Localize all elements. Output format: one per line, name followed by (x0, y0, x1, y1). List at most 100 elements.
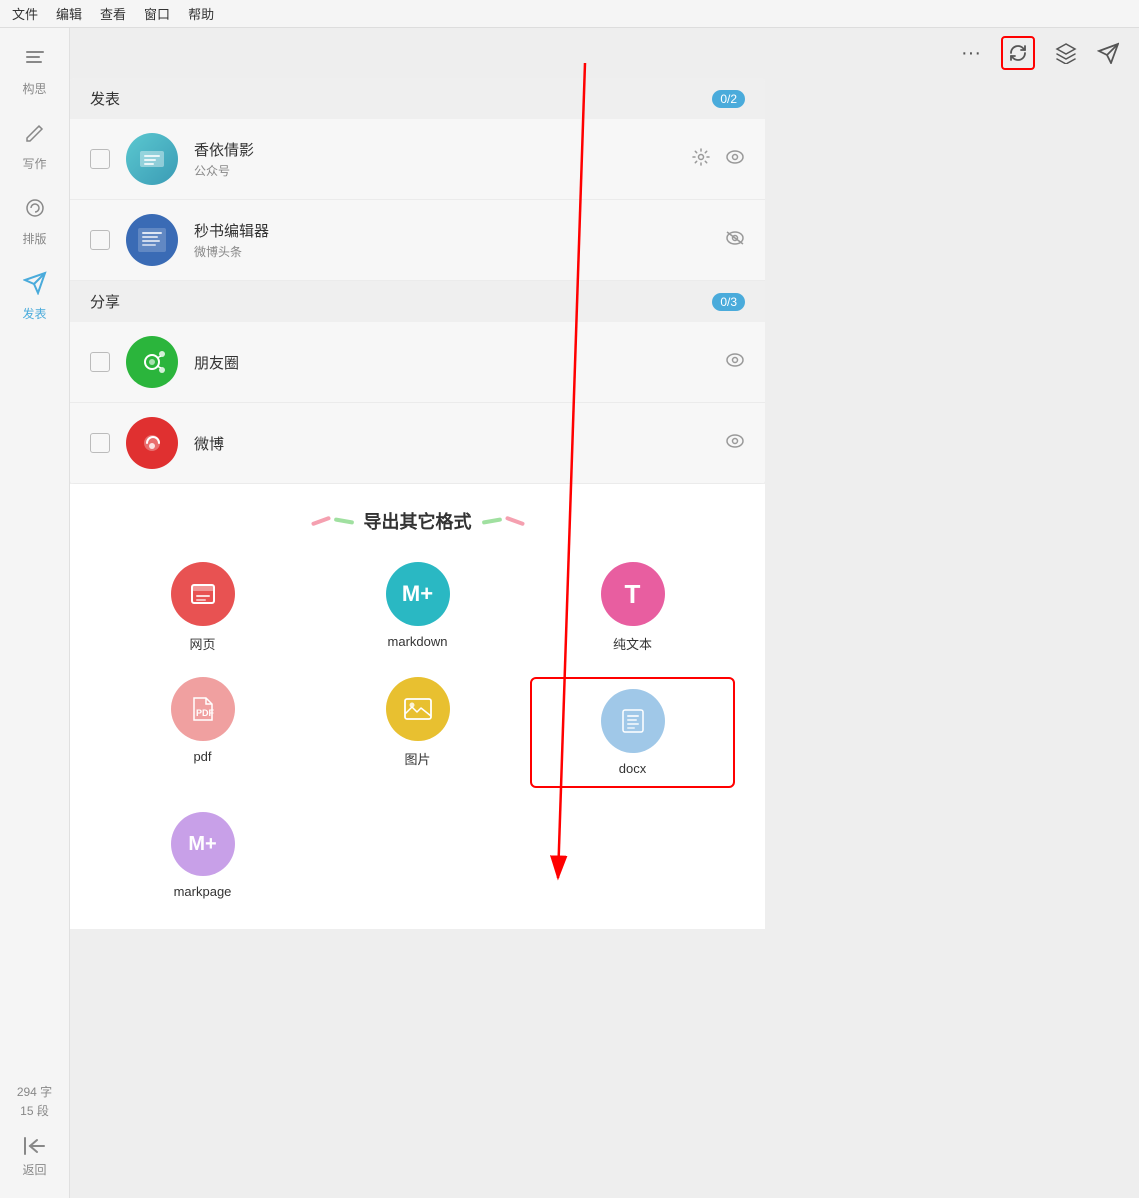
markdown-icon-text: M+ (402, 581, 433, 607)
publish-section-header: 发表 0/2 (70, 78, 765, 119)
write-label: 写作 (22, 155, 46, 172)
deco-left (311, 519, 354, 523)
publish-icon (23, 271, 47, 301)
share-item-2-name: 微博 (194, 433, 709, 454)
export-title-row: 导出其它格式 (100, 508, 735, 534)
publish-item-2-actions (725, 230, 745, 251)
share-badge: 0/3 (712, 293, 745, 311)
share-check-1[interactable] (90, 352, 110, 372)
plaintext-label: 纯文本 (613, 634, 652, 653)
markdown-icon-circle: M+ (386, 562, 450, 626)
compose-icon (23, 46, 47, 76)
publish-badge: 0/2 (712, 90, 745, 108)
sidebar-item-write[interactable]: 写作 (0, 113, 69, 180)
menu-help[interactable]: 帮助 (188, 4, 214, 23)
docx-icon-circle (601, 689, 665, 753)
export-pdf[interactable]: PDF pdf (100, 677, 305, 788)
menu-bar: 文件 编辑 查看 窗口 帮助 (0, 0, 1139, 28)
return-button[interactable]: 返回 (22, 1135, 48, 1178)
main-content: ··· 发表 0/2 (70, 28, 1139, 1198)
export-plaintext[interactable]: T 纯文本 (530, 562, 735, 653)
deco-line-1 (310, 516, 330, 527)
refresh-button[interactable] (1001, 36, 1035, 70)
publish-item-2-type: 微博头条 (194, 243, 709, 260)
plaintext-icon-text: T (625, 579, 641, 610)
share-item-2-info: 微博 (194, 433, 709, 454)
sidebar: 构思 写作 排版 发表 294 字 15 段 (0, 28, 70, 1198)
image-icon-circle (386, 677, 450, 741)
more-button[interactable]: ··· (961, 42, 981, 65)
avatar-pengyouquan (126, 336, 178, 388)
export-section: 导出其它格式 网页 (70, 484, 765, 929)
layout-icon (23, 196, 47, 226)
docx-label: docx (619, 761, 646, 776)
deco-line-4 (504, 516, 524, 527)
share-item-1-actions (725, 352, 745, 373)
menu-file[interactable]: 文件 (12, 4, 38, 23)
export-docx[interactable]: docx (530, 677, 735, 788)
eye-icon-2[interactable] (725, 230, 745, 251)
share-check-2[interactable] (90, 433, 110, 453)
stats-display: 294 字 15 段 (17, 1083, 52, 1121)
return-label: 返回 (22, 1161, 46, 1178)
export-image[interactable]: 图片 (315, 677, 520, 788)
menu-window[interactable]: 窗口 (144, 4, 170, 23)
share-item-1-info: 朋友圈 (194, 352, 709, 373)
share-item-2: 微博 (70, 403, 765, 484)
export-markpage[interactable]: M+ markpage (100, 812, 305, 899)
publish-item-1: 香依倩影 公众号 (70, 119, 765, 200)
export-markdown[interactable]: M+ markdown (315, 562, 520, 653)
avatar-miaoshu (126, 214, 178, 266)
publish-check-1[interactable] (90, 149, 110, 169)
publish-item-1-type: 公众号 (194, 162, 675, 179)
svg-text:PDF: PDF (196, 708, 215, 718)
sidebar-item-compose[interactable]: 构思 (0, 38, 69, 105)
deco-line-2 (333, 517, 353, 524)
share-item-1: 朋友圈 (70, 322, 765, 403)
publish-item-2: 秒书编辑器 微博头条 (70, 200, 765, 281)
sidebar-item-publish[interactable]: 发表 (0, 263, 69, 330)
markdown-label: markdown (388, 634, 448, 649)
markpage-icon-text: M+ (188, 833, 216, 856)
publish-item-1-actions (691, 147, 745, 172)
char-count: 294 字 (17, 1083, 52, 1102)
sidebar-bottom: 294 字 15 段 返回 (0, 1083, 69, 1198)
menu-edit[interactable]: 编辑 (56, 4, 82, 23)
sidebar-item-layout[interactable]: 排版 (0, 188, 69, 255)
webpage-icon-circle (171, 562, 235, 626)
publish-section-title: 发表 (90, 88, 120, 109)
avatar-weibo (126, 417, 178, 469)
publish-panel: 发表 0/2 香依倩影 公众号 (70, 78, 765, 484)
plaintext-icon-circle: T (601, 562, 665, 626)
pdf-icon-circle: PDF (171, 677, 235, 741)
eye-icon-1[interactable] (725, 149, 745, 170)
export-grid: 网页 M+ markdown T 纯文本 (100, 562, 735, 899)
markpage-icon-circle: M+ (171, 812, 235, 876)
webpage-label: 网页 (189, 634, 215, 653)
toolbar: ··· (70, 28, 1139, 78)
share-section-header: 分享 0/3 (70, 281, 765, 322)
settings-icon-1[interactable] (691, 147, 711, 172)
eye-icon-4[interactable] (725, 433, 745, 454)
menu-view[interactable]: 查看 (100, 4, 126, 23)
share-item-2-actions (725, 433, 745, 454)
publish-item-1-name: 香依倩影 (194, 139, 675, 160)
share-item-1-name: 朋友圈 (194, 352, 709, 373)
write-icon (23, 121, 47, 151)
return-icon (22, 1135, 48, 1157)
export-webpage[interactable]: 网页 (100, 562, 305, 653)
layout-label: 排版 (22, 230, 46, 247)
layers-button[interactable] (1055, 42, 1077, 64)
eye-icon-3[interactable] (725, 352, 745, 373)
markpage-label: markpage (174, 884, 232, 899)
send-button[interactable] (1097, 42, 1119, 64)
para-count: 15 段 (17, 1102, 52, 1121)
publish-item-1-info: 香依倩影 公众号 (194, 139, 675, 179)
deco-line-3 (481, 517, 501, 524)
deco-right (482, 519, 525, 523)
avatar-xiangyiping (126, 133, 178, 185)
publish-item-2-name: 秒书编辑器 (194, 220, 709, 241)
publish-check-2[interactable] (90, 230, 110, 250)
compose-label: 构思 (22, 80, 46, 97)
pdf-label: pdf (193, 749, 211, 764)
